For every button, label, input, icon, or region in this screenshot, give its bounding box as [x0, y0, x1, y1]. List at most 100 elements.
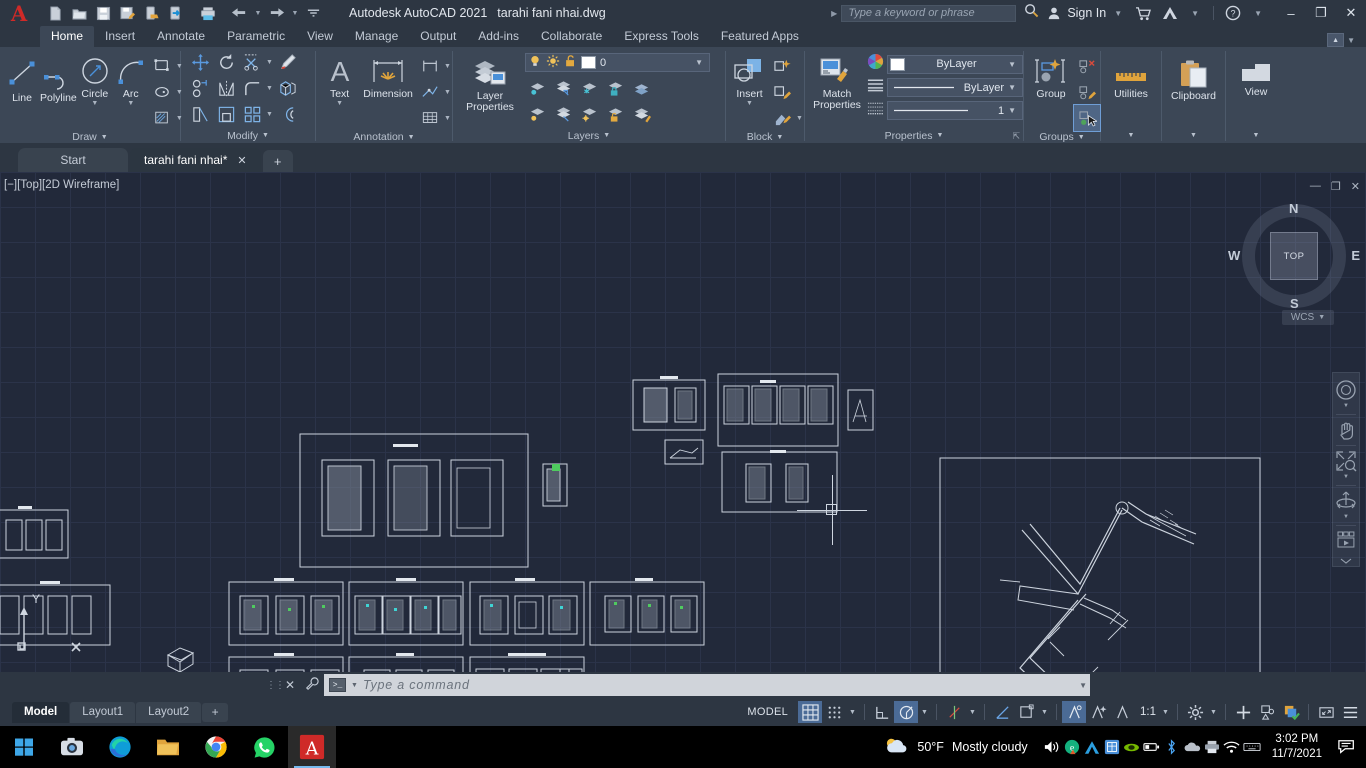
clean-screen-icon[interactable] — [1314, 701, 1338, 723]
array-tool[interactable] — [239, 101, 265, 127]
new-file-icon[interactable] — [44, 2, 67, 24]
zoom-extents-icon[interactable] — [1334, 450, 1358, 472]
keyboard-icon[interactable] — [1242, 741, 1262, 753]
open-file-icon[interactable] — [68, 2, 91, 24]
customization-menu-icon[interactable] — [1338, 701, 1362, 723]
panel-annotation-expand-icon[interactable]: ▼ — [408, 134, 415, 141]
stretch-tool[interactable] — [187, 101, 213, 127]
polar-tracking-toggle[interactable] — [894, 701, 918, 723]
panel-utilities-title[interactable]: ▼ — [1101, 128, 1161, 143]
panel-block-expand-icon[interactable]: ▼ — [776, 134, 783, 141]
panel-clipboard-expand-icon[interactable]: ▼ — [1190, 132, 1197, 139]
tab-insert[interactable]: Insert — [94, 26, 146, 47]
wcs-dropdown[interactable]: WCS ▼ — [1282, 310, 1334, 325]
linetype-dropdown[interactable]: ByLayer ▼ — [887, 78, 1023, 97]
whatsapp-icon[interactable] — [240, 726, 288, 768]
color-wheel-icon[interactable] — [867, 53, 884, 75]
orbit-icon[interactable] — [1334, 490, 1358, 512]
isolate-objects-icon[interactable] — [1255, 701, 1279, 723]
drawing-canvas[interactable]: [−][Top][2D Wireframe] — ❐ ✕ Y TOP N S W… — [0, 172, 1366, 672]
viewport-close-icon[interactable]: ✕ — [1351, 180, 1360, 193]
wifi-icon[interactable] — [1222, 740, 1242, 754]
panel-annotation-title[interactable]: Annotation ▼ — [316, 131, 452, 143]
compass-east-label[interactable]: E — [1351, 248, 1360, 263]
panel-layers-expand-icon[interactable]: ▼ — [603, 132, 610, 139]
microsoft-edge-icon[interactable] — [96, 726, 144, 768]
lineweight-dropdown[interactable]: 1 ▼ — [887, 101, 1023, 120]
explode-tool[interactable] — [274, 75, 300, 101]
cloud-save-icon[interactable] — [140, 2, 163, 24]
command-history-caret-icon[interactable]: ▼ — [351, 682, 358, 689]
weather-widget[interactable]: 50°F Mostly cloudy — [883, 736, 1041, 759]
command-line-customize-icon[interactable] — [300, 676, 324, 694]
tab-parametric[interactable]: Parametric — [216, 26, 296, 47]
copy-tool[interactable] — [187, 75, 213, 101]
array-dropdown-icon[interactable]: ▼ — [265, 111, 274, 118]
redo-icon[interactable] — [265, 2, 288, 24]
pan-icon[interactable] — [1334, 419, 1358, 441]
steering-wheel-icon[interactable] — [1334, 379, 1358, 401]
osnap-dropdown-icon[interactable]: ▼ — [966, 709, 979, 716]
tab-output[interactable]: Output — [409, 26, 467, 47]
object-color-swatch[interactable] — [890, 57, 905, 71]
dim-linear-dropdown-icon[interactable]: ▼ — [443, 63, 452, 70]
panel-groups-expand-icon[interactable]: ▼ — [1078, 134, 1085, 141]
layer-match-tool[interactable] — [629, 101, 655, 127]
layout-tab-layout2[interactable]: Layout2 — [136, 701, 202, 723]
chevron-down-icon[interactable]: ▼ — [1318, 314, 1325, 321]
save-file-icon[interactable] — [92, 2, 115, 24]
cart-icon[interactable] — [1135, 6, 1152, 21]
undo-dropdown-icon[interactable]: ▼ — [252, 2, 264, 24]
notification-icon[interactable] — [1332, 738, 1362, 756]
ribbon-minimize-dropdown-icon[interactable]: ▼ — [1347, 36, 1355, 45]
tab-manage[interactable]: Manage — [344, 26, 409, 47]
offset-tool[interactable] — [274, 101, 300, 127]
viewport-minimize-icon[interactable]: — — [1310, 180, 1321, 193]
viewport-label[interactable]: [−][Top][2D Wireframe] — [4, 179, 119, 191]
search-expand-icon[interactable]: ▶ — [831, 9, 841, 18]
fillet-tool[interactable] — [239, 75, 265, 101]
tab-collaborate[interactable]: Collaborate — [530, 26, 613, 47]
polar-dropdown-icon[interactable]: ▼ — [918, 709, 931, 716]
autodesk-dropdown-icon[interactable]: ▼ — [1191, 9, 1199, 18]
volume-icon[interactable] — [1042, 739, 1062, 755]
leader-dropdown-icon[interactable]: ▼ — [443, 89, 452, 96]
customize-qat-icon[interactable] — [302, 2, 325, 24]
object-color-caret-icon[interactable]: ▼ — [1008, 60, 1020, 69]
command-input[interactable]: >_ ▼ Type a command ▼ — [324, 674, 1090, 696]
add-layout-button[interactable]: + — [202, 702, 229, 722]
view-tool[interactable]: View — [1228, 57, 1284, 98]
rotate-tool[interactable] — [213, 49, 239, 75]
printer-icon[interactable] — [1202, 740, 1222, 754]
tab-express-tools[interactable]: Express Tools — [613, 26, 709, 47]
ungroup-tool[interactable] — [1074, 53, 1100, 79]
panel-draw-expand-icon[interactable]: ▼ — [101, 134, 108, 141]
insert-block-tool[interactable]: Insert ▼ — [730, 51, 769, 108]
move-tool[interactable] — [187, 49, 213, 75]
annotation-add-scale-icon[interactable] — [1231, 701, 1255, 723]
object-snap-toggle[interactable] — [942, 701, 966, 723]
snap-dropdown-icon[interactable]: ▼ — [846, 709, 859, 716]
table-tool[interactable] — [417, 105, 443, 131]
panel-draw-title[interactable]: Draw ▼ — [0, 131, 180, 143]
layer-freeze-tool[interactable] — [577, 75, 603, 101]
navbar-customize-icon[interactable] — [1334, 556, 1358, 566]
compass-north-label[interactable]: N — [1289, 201, 1298, 216]
layout-tab-layout1[interactable]: Layout1 — [70, 701, 136, 723]
compass-south-label[interactable]: S — [1290, 296, 1299, 311]
group-tool[interactable]: Group — [1028, 51, 1074, 100]
help-icon[interactable]: ? — [1225, 5, 1241, 21]
panel-view-title[interactable]: ▼ — [1226, 128, 1286, 143]
arc-dropdown-icon[interactable]: ▼ — [127, 100, 134, 108]
new-file-tab-button[interactable]: + — [262, 150, 293, 172]
polyline-tool[interactable]: Polyline — [40, 51, 77, 104]
panel-modify-title[interactable]: Modify ▼ — [181, 128, 315, 143]
panel-properties-title[interactable]: Properties ▼ — [805, 128, 1023, 143]
orbit-dropdown-icon[interactable]: ▼ — [1343, 514, 1349, 521]
rectangle-tool[interactable] — [149, 53, 175, 79]
trim-dropdown-icon[interactable]: ▼ — [265, 59, 274, 66]
layer-color-swatch[interactable] — [581, 56, 596, 69]
compass-west-label[interactable]: W — [1228, 248, 1240, 263]
bluetooth-icon[interactable] — [1162, 739, 1182, 755]
layer-unlock-icon[interactable] — [564, 54, 577, 71]
